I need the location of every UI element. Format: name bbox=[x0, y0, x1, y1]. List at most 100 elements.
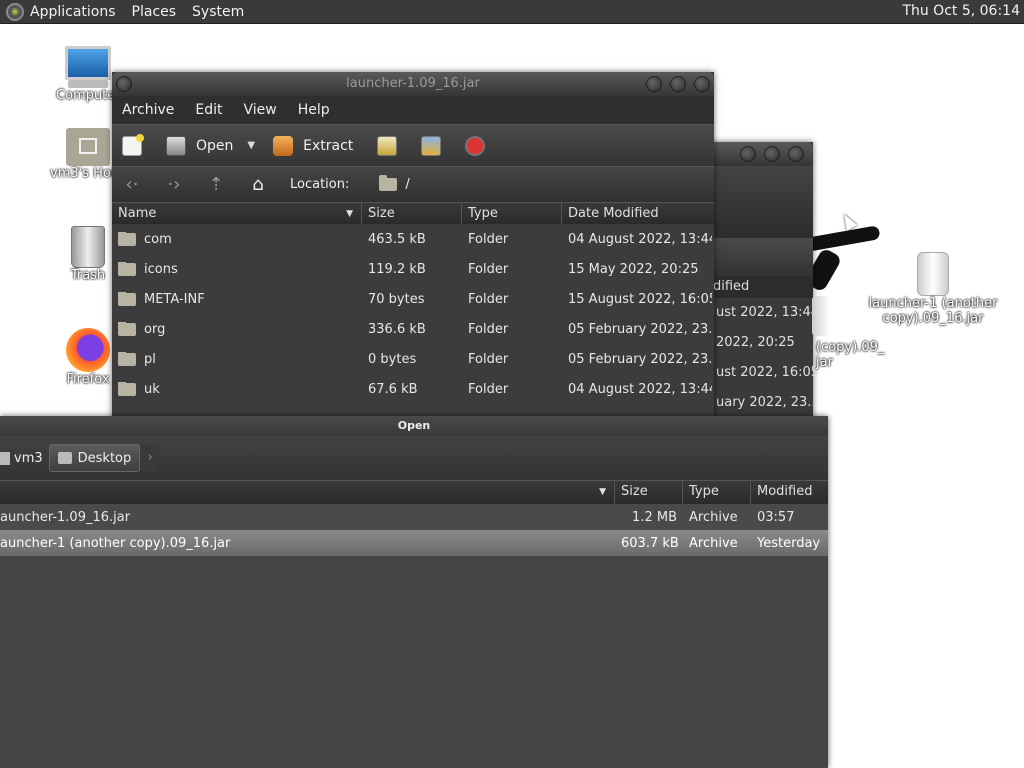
table-row[interactable]: com 463.5 kB Folder 04 August 2022, 13:4… bbox=[112, 224, 714, 254]
home-folder-icon bbox=[66, 128, 110, 166]
table-row[interactable]: org 336.6 kB Folder 05 February 2022, 23… bbox=[112, 314, 714, 344]
desktop-icon-jar-copy[interactable]: launcher-1 (another copy).09_16.jar bbox=[868, 252, 998, 326]
col-type[interactable]: Type bbox=[683, 481, 751, 504]
back-toolbar-strip bbox=[700, 238, 813, 276]
chevron-down-icon: ▼ bbox=[247, 140, 256, 151]
table-row[interactable]: META-INF 70 bytes Folder 15 August 2022,… bbox=[112, 284, 714, 314]
sort-desc-icon: ▼ bbox=[346, 209, 353, 219]
menu-system[interactable]: System bbox=[192, 4, 244, 20]
window-menu-button[interactable] bbox=[116, 76, 132, 92]
minimize-button[interactable] bbox=[646, 76, 662, 92]
table-row[interactable]: auncher-1.09_16.jar 1.2 MB Archive 03:57 bbox=[0, 504, 828, 530]
table-row[interactable]: uk 67.6 kB Folder 04 August 2022, 13:44 bbox=[112, 374, 714, 404]
home-folder-icon bbox=[0, 451, 10, 465]
clock[interactable]: Thu Oct 5, 06:14 bbox=[902, 3, 1020, 19]
stop-button[interactable] bbox=[465, 135, 495, 156]
desktop-icon-label: copy).09_16.jar bbox=[882, 311, 984, 326]
add-folder-icon bbox=[421, 135, 442, 156]
menu-help[interactable]: Help bbox=[298, 102, 330, 118]
location-bar: ‹· ·› ⇡ ⌂ Location: / bbox=[112, 166, 714, 202]
window-titlebar[interactable] bbox=[700, 142, 813, 166]
home-icon[interactable]: ⌂ bbox=[248, 174, 268, 195]
col-size[interactable]: Size bbox=[362, 203, 462, 224]
extract-label: Extract bbox=[303, 137, 354, 154]
column-header: odified bbox=[700, 276, 813, 298]
close-button[interactable] bbox=[694, 76, 710, 92]
folder-icon bbox=[118, 261, 136, 276]
open-button[interactable]: Open bbox=[166, 135, 234, 156]
file-list: auncher-1.09_16.jar 1.2 MB Archive 03:57… bbox=[0, 504, 828, 556]
col-name[interactable]: Name ▼ bbox=[112, 203, 362, 224]
add-files-button[interactable] bbox=[377, 135, 407, 156]
folder-icon bbox=[118, 321, 136, 336]
window-title: launcher-1.09_16.jar bbox=[346, 76, 480, 91]
sort-desc-icon: ▼ bbox=[599, 487, 606, 497]
dialog-title: Open bbox=[397, 419, 431, 432]
open-dialog[interactable]: Open vm3 Desktop › ▼ Size Type Modified … bbox=[0, 416, 828, 768]
folder-icon bbox=[379, 175, 398, 191]
menu-places[interactable]: Places bbox=[132, 4, 177, 20]
column-header: ▼ Size Type Modified bbox=[0, 480, 828, 504]
extract-button[interactable]: Extract bbox=[273, 135, 354, 156]
path-button-vm3[interactable]: vm3 bbox=[0, 444, 49, 472]
add-folder-button[interactable] bbox=[421, 135, 451, 156]
open-icon bbox=[166, 135, 186, 156]
menubar: Archive Edit View Help bbox=[112, 96, 714, 124]
toolbar: Open ▼ Extract bbox=[112, 124, 714, 166]
desktop-icon-computer[interactable]: Computer bbox=[56, 46, 121, 103]
menu-view[interactable]: View bbox=[244, 102, 277, 118]
dialog-titlebar[interactable]: Open bbox=[0, 416, 828, 436]
maximize-button[interactable] bbox=[670, 76, 686, 92]
path-scroll-right-button[interactable]: › bbox=[142, 444, 159, 472]
location-path[interactable]: / bbox=[405, 177, 409, 192]
mate-logo-icon[interactable]: ◉ bbox=[6, 2, 24, 21]
folder-icon bbox=[118, 381, 136, 396]
desktop-folder-icon bbox=[57, 452, 72, 464]
col-modified[interactable]: Modified bbox=[751, 481, 828, 504]
archive-manager-window[interactable]: launcher-1.09_16.jar Archive Edit View H… bbox=[112, 72, 714, 420]
new-file-icon bbox=[122, 133, 144, 156]
trash-icon bbox=[71, 226, 105, 268]
menu-applications[interactable]: Applications bbox=[30, 4, 116, 20]
new-archive-button[interactable] bbox=[122, 133, 152, 156]
table-row[interactable]: icons 119.2 kB Folder 15 May 2022, 20:25 bbox=[112, 254, 714, 284]
folder-icon bbox=[118, 291, 136, 306]
date-cell: ust 2022, 16:05 bbox=[716, 365, 820, 380]
menu-archive[interactable]: Archive bbox=[122, 102, 174, 118]
col-type[interactable]: Type bbox=[462, 203, 562, 224]
jar-icon bbox=[812, 296, 830, 336]
table-row[interactable]: pl 0 bytes Folder 05 February 2022, 23..… bbox=[112, 344, 714, 374]
maximize-button[interactable] bbox=[764, 146, 780, 162]
menu-edit[interactable]: Edit bbox=[195, 102, 222, 118]
date-cell: ust 2022, 13:44 bbox=[716, 305, 820, 320]
folder-icon bbox=[118, 231, 136, 246]
mouse-pointer-icon bbox=[838, 211, 858, 231]
extract-icon bbox=[273, 135, 294, 156]
window-titlebar[interactable]: launcher-1.09_16.jar bbox=[112, 72, 714, 96]
back-arrow-icon[interactable]: ‹· bbox=[122, 174, 142, 195]
path-button-desktop[interactable]: Desktop bbox=[48, 444, 141, 472]
open-dropdown-button[interactable]: ▼ bbox=[247, 140, 255, 151]
col-name[interactable]: ▼ bbox=[0, 481, 615, 504]
add-files-icon bbox=[377, 135, 398, 156]
forward-arrow-icon[interactable]: ·› bbox=[164, 174, 184, 195]
toolbar bbox=[700, 166, 813, 238]
folder-icon bbox=[118, 351, 136, 366]
column-header: Name ▼ Size Type Date Modified bbox=[112, 202, 714, 224]
col-date[interactable]: Date Modified bbox=[562, 203, 712, 224]
path-bar: vm3 Desktop › bbox=[0, 436, 828, 480]
minimize-button[interactable] bbox=[740, 146, 756, 162]
desktop-icon-label: (copy).09_ jar bbox=[816, 340, 885, 370]
open-label: Open bbox=[196, 137, 234, 154]
col-size[interactable]: Size bbox=[615, 481, 683, 504]
stop-icon bbox=[465, 135, 486, 156]
computer-icon-stand bbox=[68, 80, 108, 88]
table-row-selected[interactable]: auncher-1 (another copy).09_16.jar 603.7… bbox=[0, 530, 828, 556]
close-button[interactable] bbox=[788, 146, 804, 162]
up-arrow-icon[interactable]: ⇡ bbox=[206, 174, 226, 195]
desktop-icon-firefox[interactable]: Firefox bbox=[58, 328, 118, 387]
computer-icon bbox=[65, 46, 111, 80]
desktop-icon-trash[interactable]: Trash bbox=[58, 226, 118, 283]
date-cell: uary 2022, 23... bbox=[716, 395, 813, 410]
back-file-window[interactable]: odified ust 2022, 13:44 2022, 20:25 ust … bbox=[700, 142, 820, 422]
